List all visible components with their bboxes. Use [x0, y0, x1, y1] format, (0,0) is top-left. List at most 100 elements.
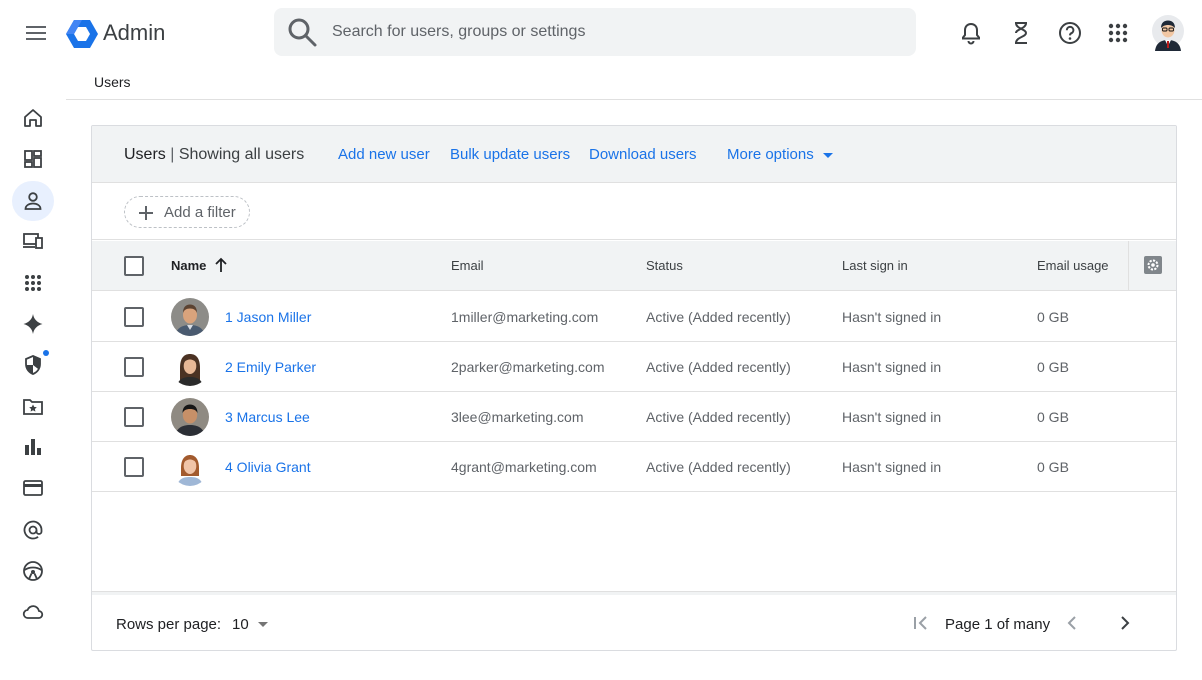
folder-star-icon — [23, 399, 43, 415]
users-card: Users | Showing all users Add new user B… — [91, 125, 1177, 651]
user-name-link[interactable]: 4 Olivia Grant — [225, 459, 311, 475]
row-checkbox[interactable] — [124, 307, 144, 327]
breadcrumb: Users — [94, 74, 131, 90]
more-options-dropdown-icon[interactable] — [823, 153, 833, 158]
nav-home[interactable] — [12, 98, 54, 138]
nav-billing[interactable] — [12, 468, 54, 508]
user-email: 3lee@marketing.com — [451, 409, 584, 425]
user-email-usage: 0 GB — [1037, 409, 1069, 425]
column-header-email[interactable]: Email — [451, 259, 484, 273]
nav-dashboard[interactable] — [12, 139, 54, 179]
user-status: Active (Added recently) — [646, 359, 791, 375]
user-status: Active (Added recently) — [646, 409, 791, 425]
add-new-user-link[interactable]: Add new user — [338, 146, 430, 164]
row-checkbox[interactable] — [124, 457, 144, 477]
apps-grid-icon[interactable] — [1105, 20, 1131, 46]
user-avatar — [171, 398, 209, 436]
user-email: 2parker@marketing.com — [451, 359, 605, 375]
divider — [66, 99, 1202, 100]
table-header: Name Email Status Last sign in Email usa… — [92, 241, 1176, 291]
column-header-last-sign-in[interactable]: Last sign in — [842, 259, 908, 273]
tasks-hourglass-icon[interactable] — [1008, 20, 1034, 46]
download-users-link[interactable]: Download users — [589, 146, 697, 164]
user-last-sign-in: Hasn't signed in — [842, 409, 942, 425]
nav-data[interactable] — [12, 386, 54, 426]
table-row[interactable]: 1 Jason Miller 1miller@marketing.com Act… — [92, 292, 1176, 342]
nav-users[interactable] — [12, 181, 54, 221]
column-header-name[interactable]: Name — [171, 259, 206, 273]
nav-account[interactable] — [12, 510, 54, 550]
apps-icon — [25, 275, 41, 291]
card-title-main: Users — [124, 146, 166, 163]
sparkle-icon — [23, 314, 43, 334]
top-app-bar: Admin — [0, 0, 1202, 66]
nav-storage[interactable] — [12, 592, 54, 632]
app-title[interactable]: Admin — [103, 19, 165, 47]
sort-ascending-arrow-icon[interactable] — [214, 256, 228, 274]
cloud-icon — [22, 605, 44, 619]
column-header-email-usage[interactable]: Email usage — [1037, 259, 1109, 273]
nav-apps[interactable] — [12, 263, 54, 303]
at-sign-icon — [23, 520, 43, 540]
nav-gemini[interactable] — [12, 304, 54, 344]
person-icon — [24, 192, 42, 210]
title-separator: | — [165, 146, 179, 163]
user-last-sign-in: Hasn't signed in — [842, 459, 942, 475]
search-input[interactable] — [332, 8, 892, 56]
dropdown-caret-icon — [258, 622, 268, 627]
search-icon[interactable] — [286, 16, 318, 48]
account-avatar[interactable] — [1152, 15, 1184, 51]
user-status: Active (Added recently) — [646, 309, 791, 325]
card-header: Users | Showing all users Add new user B… — [92, 126, 1176, 183]
card-title: Users | Showing all users — [124, 146, 304, 164]
page-indicator: Page 1 of many — [945, 616, 1051, 633]
column-settings-button[interactable] — [1128, 241, 1176, 291]
card-subtitle: Showing all users — [178, 146, 305, 163]
admin-logo-icon[interactable] — [66, 19, 98, 49]
user-email: 4grant@marketing.com — [451, 459, 597, 475]
row-checkbox[interactable] — [124, 357, 144, 377]
previous-page-icon[interactable] — [1060, 611, 1084, 635]
rows-per-page-select[interactable]: 10 — [232, 609, 272, 639]
user-name-link[interactable]: 1 Jason Miller — [225, 309, 311, 325]
devices-icon — [23, 233, 43, 249]
table-row[interactable]: 3 Marcus Lee 3lee@marketing.com Active (… — [92, 392, 1176, 442]
table-row[interactable]: 2 Emily Parker 2parker@marketing.com Act… — [92, 342, 1176, 392]
search-bar[interactable] — [274, 8, 916, 56]
user-last-sign-in: Hasn't signed in — [842, 359, 942, 375]
nav-rules[interactable] — [12, 551, 54, 591]
add-filter-label: Add a filter — [164, 204, 236, 221]
user-name-link[interactable]: 2 Emily Parker — [225, 359, 316, 375]
plus-icon — [139, 206, 153, 220]
user-last-sign-in: Hasn't signed in — [842, 309, 942, 325]
column-header-status[interactable]: Status — [646, 259, 683, 273]
more-options-link[interactable]: More options — [727, 146, 814, 164]
add-filter-button[interactable]: Add a filter — [124, 196, 250, 228]
rows-per-page-label: Rows per page: — [116, 616, 222, 633]
user-avatar — [171, 448, 209, 486]
dashboard-icon — [24, 150, 42, 168]
billing-card-icon — [23, 480, 43, 496]
help-icon[interactable] — [1057, 20, 1083, 46]
main-menu-icon[interactable] — [22, 20, 50, 46]
row-checkbox[interactable] — [124, 407, 144, 427]
user-email-usage: 0 GB — [1037, 459, 1069, 475]
select-all-checkbox[interactable] — [124, 256, 144, 276]
steering-wheel-icon — [23, 561, 43, 581]
bulk-update-users-link[interactable]: Bulk update users — [450, 146, 570, 164]
next-page-icon[interactable] — [1113, 611, 1137, 635]
home-icon — [24, 109, 42, 127]
notifications-bell-icon[interactable] — [958, 20, 984, 46]
filter-bar: Add a filter — [92, 183, 1176, 240]
user-avatar — [171, 298, 209, 336]
first-page-icon[interactable] — [909, 611, 933, 635]
user-avatar — [171, 348, 209, 386]
nav-reports[interactable] — [12, 427, 54, 467]
user-email-usage: 0 GB — [1037, 359, 1069, 375]
pagination-bar: Rows per page: 10 Page 1 of many — [92, 595, 1176, 650]
user-name-link[interactable]: 3 Marcus Lee — [225, 409, 310, 425]
rows-per-page-value: 10 — [232, 616, 249, 633]
reports-bar-chart-icon — [25, 439, 41, 455]
table-row[interactable]: 4 Olivia Grant 4grant@marketing.com Acti… — [92, 442, 1176, 492]
nav-devices[interactable] — [12, 221, 54, 261]
